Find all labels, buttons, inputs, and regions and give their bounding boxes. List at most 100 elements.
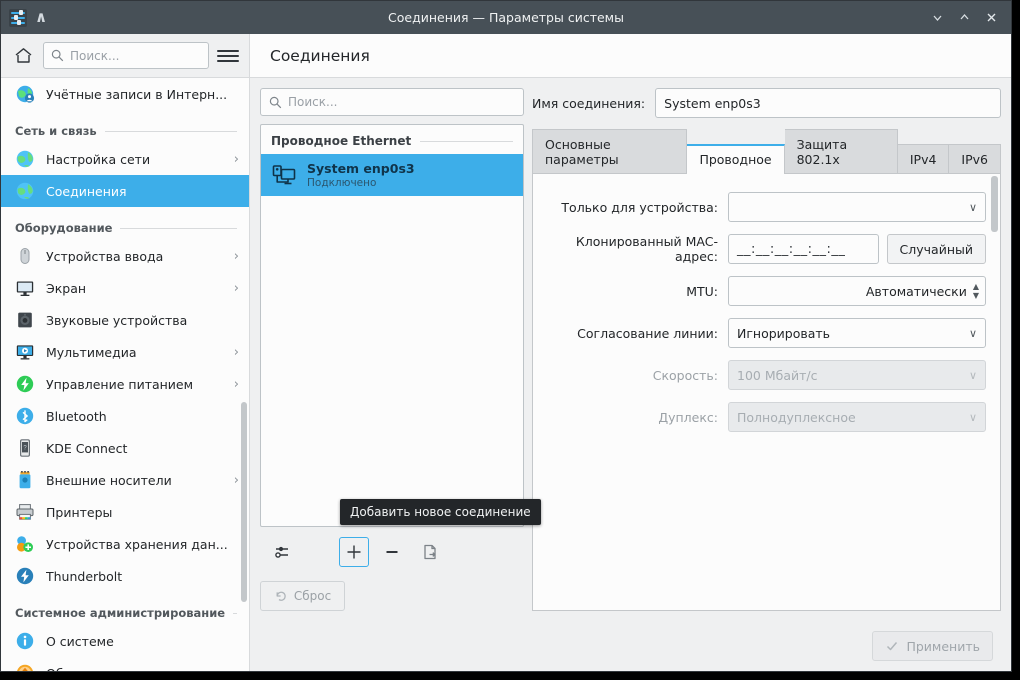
connections-group-label: Проводное Ethernet [271,134,412,148]
sidebar-item-звуковые-устройства[interactable]: Звуковые устройства [1,304,249,336]
sidebar-item-label: Экран [46,280,87,296]
chevron-right-icon: › [233,344,239,360]
detail-scrollbar[interactable] [991,176,998,608]
wired-network-icon [271,162,297,188]
sidebar-toolbar: Поиск... [1,34,249,78]
chevron-right-icon: › [233,376,239,392]
wired-tab-panel: Только для устройства: ∨ Клонированный M… [532,173,1001,611]
multimedia-icon [15,342,35,362]
bluetooth-icon [15,406,35,426]
sidebar-scrollbar-thumb[interactable] [241,402,247,602]
sidebar-item-label: О системе [46,633,114,649]
info-icon [15,631,35,651]
sidebar-item-соединения[interactable]: Соединения [1,175,249,207]
tab-ipv4[interactable]: IPv4 [897,144,950,174]
field-label: MTU: [686,283,718,299]
tab-защита-802-1x[interactable]: Защита 802.1x [784,129,898,174]
field-cloned-mac: Клонированный MAC-адрес: __:__:__:__:__:… [543,234,986,264]
connection-settings-button[interactable] [268,537,298,567]
link-negotiation-value: Игнорировать [737,325,831,341]
field-control: Автоматически ▲ ▼ [728,276,986,306]
sidebar-item-внешние-носители[interactable]: Внешние носители › [1,464,249,496]
sidebar-item-о-системе[interactable]: О системе [1,625,249,657]
remove-connection-button[interactable] [377,537,407,567]
add-connection-button[interactable] [339,537,369,567]
globe-icon [15,149,35,169]
sidebar: Поиск... Учётные записи в Интерн... Сеть … [1,34,250,671]
sidebar-item-label: Thunderbolt [46,568,123,584]
sidebar-item-label: Звуковые устройства [46,312,188,328]
spinbox-arrows-icon[interactable]: ▲ ▼ [973,282,979,300]
connections-search-placeholder: Поиск... [288,95,338,109]
tab-основные-параметры[interactable]: Основные параметры [532,129,688,174]
check-icon [887,642,898,651]
close-icon[interactable] [985,11,998,24]
field-link-negotiation: Согласование линии: Игнорировать ∨ [543,318,986,348]
sidebar-item-обновление-программ[interactable]: Обновление программ [1,657,249,671]
home-icon[interactable] [11,45,35,67]
divider [104,130,237,132]
connection-name-input[interactable]: System enp0s3 [655,88,1001,118]
tab-проводное[interactable]: Проводное [687,144,785,174]
export-connection-button[interactable] [415,537,445,567]
sidebar-item-экран[interactable]: Экран › [1,272,249,304]
sidebar-item-kde-connect[interactable]: ? KDE Connect [1,432,249,464]
footer: Применить [250,621,1011,671]
chevron-up-icon[interactable]: ∧ [35,10,47,25]
sidebar-group-header: Сеть и связь [1,110,249,143]
minimize-icon[interactable] [931,11,944,24]
thunderbolt-icon [15,566,35,586]
reset-button-label: Сброс [293,589,332,603]
printer-icon [15,502,35,522]
mtu-spinbox[interactable]: Автоматически ▲ ▼ [728,276,986,306]
mtu-value: Автоматически [865,283,967,299]
sidebar-scroll-area: Учётные записи в Интерн... Сеть и связь На… [1,78,249,671]
sidebar-item-мультимедиа[interactable]: Мультимедиа › [1,336,249,368]
connections-search-input[interactable]: Поиск... [260,88,524,116]
window-body: Поиск... Учётные записи в Интерн... Сеть … [1,34,1011,671]
device-only-combobox[interactable]: ∨ [728,192,986,222]
connection-name: System enp0s3 [307,161,415,176]
hamburger-menu-icon[interactable] [217,45,239,67]
speed-value: 100 Мбайт/с [737,367,818,383]
sidebar-item-устройства-ввода[interactable]: Устройства ввода › [1,240,249,272]
sidebar-group-header: Системное администрирование [1,592,249,625]
list-item[interactable]: System enp0s3 Подключено [261,154,523,196]
duplex-combobox: Полнодуплексное ∨ [728,402,986,432]
detail-scrollbar-thumb[interactable] [991,176,998,232]
divider [120,227,237,229]
sidebar-item-label: Соединения [46,183,127,199]
chevron-right-icon: › [233,280,239,296]
main-content: Поиск... Проводное Ethernet System enp0s… [250,78,1011,621]
connections-list: Проводное Ethernet System enp0s3 Подключ… [260,124,524,527]
sidebar-item-принтеры[interactable]: Принтеры [1,496,249,528]
sidebar-search-input[interactable]: Поиск... [43,42,209,69]
sidebar-item-label: Учётные записи в Интерн... [46,86,228,102]
internet-accounts-icon [15,84,35,104]
sidebar-item-настройка-сети[interactable]: Настройка сети › [1,143,249,175]
reset-button[interactable]: Сброс [260,581,345,611]
cloned-mac-input[interactable]: __:__:__:__:__:__ [728,234,879,264]
sidebar-item-label: KDE Connect [46,440,128,456]
sidebar-group-header: Оборудование [1,207,249,240]
chevron-down-icon: ∨ [968,200,977,214]
random-mac-button-label: Случайный [899,241,973,257]
sidebar-scrollbar[interactable] [240,122,248,671]
field-label: Скорость: [652,367,718,383]
update-icon [15,663,35,671]
sidebar-item-thunderbolt[interactable]: Thunderbolt [1,560,249,592]
field-speed: Скорость: 100 Мбайт/с ∨ [543,360,986,390]
sidebar-item-bluetooth[interactable]: Bluetooth [1,400,249,432]
kdeconnect-icon: ? [15,438,35,458]
sidebar-item-устройства-хранения-дан[interactable]: Устройства хранения дан... [1,528,249,560]
maximize-icon[interactable] [958,11,971,24]
connections-group-header: Проводное Ethernet [261,125,523,154]
sidebar-item-управление-питанием[interactable]: Управление питанием › [1,368,249,400]
chevron-right-icon: › [233,472,239,488]
connection-name-value: System enp0s3 [664,95,761,111]
sidebar-item-уч-тные-записи-в-интерн[interactable]: Учётные записи в Интерн... [1,78,249,110]
apply-button[interactable]: Применить [872,631,993,661]
link-negotiation-combobox[interactable]: Игнорировать ∨ [728,318,986,348]
tab-ipv6[interactable]: IPv6 [949,144,1001,174]
random-mac-button[interactable]: Случайный [886,234,986,264]
